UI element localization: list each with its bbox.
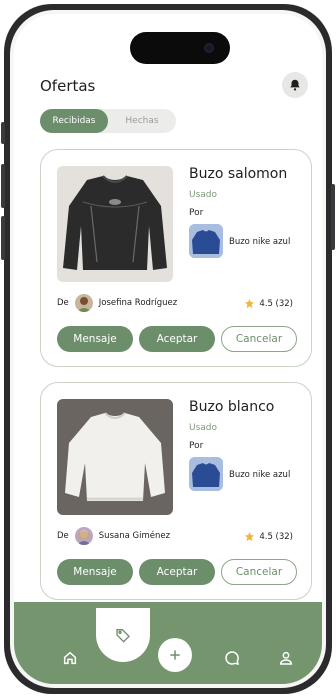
app-screen: Ofertas Recibidas Hechas Buzo salomon Us… [14,14,322,684]
offer-card: Buzo blanco Usado Por Buzo nike azul De [40,382,312,600]
offers-segmented-control: Recibidas Hechas [40,109,176,133]
tab-offers-active[interactable] [96,608,150,662]
offer-from: De Josefina Rodríguez [57,294,177,312]
offered-item-thumbnail[interactable] [189,224,223,258]
offered-item-name: Buzo nike azul [229,237,291,247]
page-title: Ofertas [40,77,96,95]
bell-icon [290,79,300,91]
rating-value: 4.5 (32) [259,531,293,542]
add-item-button[interactable] [158,638,192,672]
avatar[interactable] [74,294,93,312]
avatar[interactable] [74,527,93,545]
dynamic-island [130,32,230,64]
profile-icon[interactable] [276,648,296,668]
item-condition: Usado [189,190,218,200]
rating-value: 4.5 (32) [259,298,293,309]
tab-hechas[interactable]: Hechas [108,109,176,133]
offer-from: De Susana Giménez [57,527,170,545]
user-rating: 4.5 (32) [244,531,293,542]
plus-icon [170,650,180,660]
from-label: De [57,298,69,308]
offer-card: Buzo salomon Usado Por Buzo nike azul De [40,149,312,367]
tab-recibidas[interactable]: Recibidas [40,109,108,133]
cancel-button[interactable]: Cancelar [221,559,297,585]
offered-item-name: Buzo nike azul [229,470,291,480]
for-label: Por [189,208,204,218]
chat-icon[interactable] [222,648,242,668]
accept-button[interactable]: Aceptar [139,326,215,352]
item-name: Buzo salomon [189,166,288,182]
offered-item-thumbnail[interactable] [189,457,223,491]
item-condition: Usado [189,423,218,433]
from-user-name[interactable]: Josefina Rodríguez [99,298,177,308]
camera-icon [204,43,214,53]
accept-button[interactable]: Aceptar [139,559,215,585]
tag-icon [116,629,130,643]
from-user-name[interactable]: Susana Giménez [99,531,170,541]
item-photo[interactable] [57,399,173,515]
star-icon [245,298,255,309]
message-button[interactable]: Mensaje [57,559,133,585]
message-button[interactable]: Mensaje [57,326,133,352]
for-label: Por [189,441,204,451]
phone-frame: Ofertas Recibidas Hechas Buzo salomon Us… [1,4,335,694]
bottom-tab-bar [14,602,322,684]
user-rating: 4.5 (32) [244,298,293,309]
notifications-button[interactable] [282,72,308,98]
item-name: Buzo blanco [189,399,275,415]
from-label: De [57,531,69,541]
item-photo[interactable] [57,166,173,282]
cancel-button[interactable]: Cancelar [221,326,297,352]
star-icon [245,531,255,542]
home-icon[interactable] [60,648,80,668]
